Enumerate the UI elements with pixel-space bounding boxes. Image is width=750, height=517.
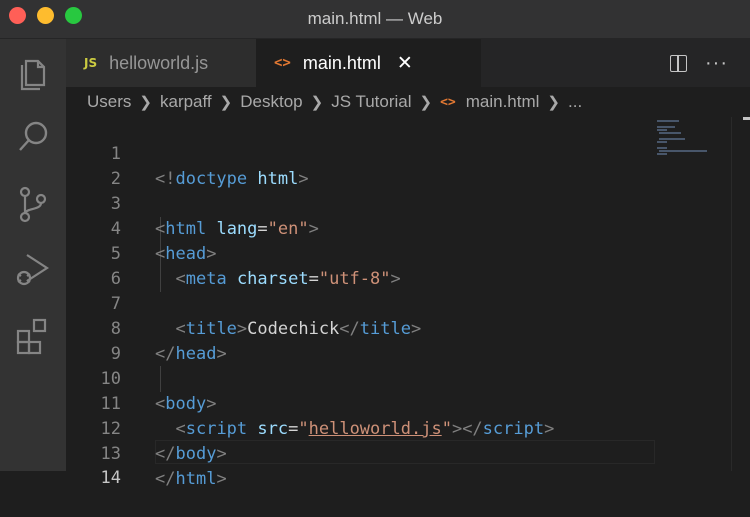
tab-bar: JS helloworld.js <> main.html ✕ ··· <box>66 39 750 87</box>
breadcrumb-file[interactable]: main.html <box>466 92 540 112</box>
code-line: 4 <head> <box>66 192 656 264</box>
js-file-icon: JS <box>84 56 98 70</box>
line-number: 14 <box>100 468 121 488</box>
breadcrumb-item[interactable]: Users <box>87 92 131 112</box>
chevron-right-icon: ❯ <box>139 94 152 111</box>
code-line: 14 <box>66 441 656 488</box>
split-editor-icon[interactable] <box>670 54 688 72</box>
run-debug-icon[interactable] <box>13 249 53 289</box>
code-line: 10 <body> <box>66 342 656 414</box>
chevron-right-icon: ❯ <box>310 94 324 111</box>
tab-main-html[interactable]: <> main.html ✕ <box>256 39 481 87</box>
close-tab-icon[interactable]: ✕ <box>397 54 413 73</box>
more-actions-icon[interactable]: ··· <box>705 52 728 75</box>
code-editor[interactable]: 1 <!doctype html> 2 3 <html lang="en"> 4… <box>66 117 750 489</box>
breadcrumb-item[interactable]: JS Tutorial <box>331 92 411 112</box>
extensions-icon[interactable] <box>13 316 53 356</box>
tab-label: helloworld.js <box>109 52 209 73</box>
search-icon[interactable] <box>13 117 53 157</box>
code-line: 9 <box>66 317 656 364</box>
breadcrumb: Users ❯ karpaff ❯ Desktop ❯ JS Tutorial … <box>66 87 750 117</box>
code-line: 2 <box>66 142 656 189</box>
tab-helloworld-js[interactable]: JS helloworld.js <box>66 39 256 87</box>
window-title: main.html — Web <box>307 9 443 28</box>
tab-label: main.html <box>302 52 381 73</box>
code-line: 7 <title>Codechick</title> <box>66 267 656 339</box>
breadcrumb-item[interactable]: Desktop <box>240 92 302 112</box>
html-file-icon: <> <box>440 94 456 110</box>
code-line: 3 <html lang="en"> <box>66 167 656 239</box>
scrollbar-cursor-marker <box>743 117 750 120</box>
source-control-icon[interactable] <box>13 184 53 224</box>
activity-bar <box>0 39 66 471</box>
chevron-right-icon: ❯ <box>219 94 233 111</box>
code-line: 11 <script src="helloworld.js"></script> <box>66 367 656 439</box>
code-line: 5 <meta charset="utf-8"> <box>66 217 656 289</box>
code-line: 13 </html> <box>66 417 656 489</box>
vscode-window: main.html — Web JS helloworld.js <> main… <box>0 0 750 489</box>
code-line: 1 <!doctype html> <box>66 117 656 189</box>
editor-actions: ··· <box>670 39 750 87</box>
breadcrumb-item[interactable]: karpaff <box>160 92 212 112</box>
html-file-icon: <> <box>274 55 291 71</box>
explorer-icon[interactable] <box>13 52 53 92</box>
breadcrumb-more[interactable]: ... <box>568 92 582 112</box>
code-line: 12 </body> <box>66 392 656 464</box>
vertical-scrollbar[interactable] <box>731 117 750 471</box>
code-line: 8 </head> <box>66 292 656 364</box>
code-line: 6 <box>66 242 656 289</box>
chevron-right-icon: ❯ <box>419 94 433 111</box>
chevron-right-icon: ❯ <box>547 94 560 111</box>
title-bar: main.html — Web <box>0 0 750 39</box>
minimap[interactable] <box>655 117 720 471</box>
